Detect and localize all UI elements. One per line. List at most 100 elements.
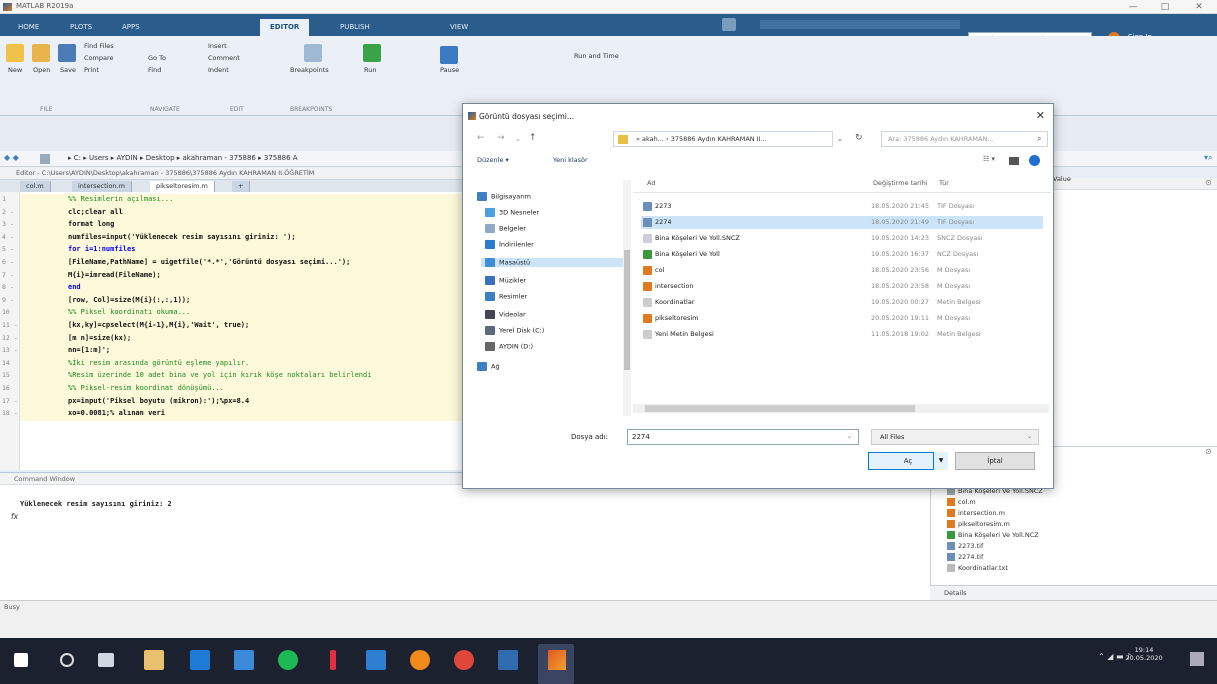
code-line[interactable]: px=input('Piksel boyutu (mikron):');%px=… xyxy=(68,397,249,405)
maximize-button[interactable]: □ xyxy=(1150,0,1180,14)
editor-tab-intersection[interactable]: intersection.m xyxy=(72,181,132,192)
dialog-path-input[interactable]: « akah... › 375886 Aydın KAHRAMAN II... xyxy=(613,131,833,147)
back-arrow-icon[interactable]: ◆ ◆ xyxy=(4,153,19,162)
folder-file-item[interactable]: Bina Köşeleri Ve Yoll.NCZ xyxy=(947,531,1039,539)
address-path[interactable]: ▸ C: ▸ Users ▸ AYDIN ▸ Desktop ▸ akahram… xyxy=(68,154,298,162)
find-files-button[interactable]: Find Files xyxy=(84,42,114,50)
new-folder-button[interactable]: Yeni klasör xyxy=(553,156,588,164)
code-line[interactable]: xo=0.0081;% alınan veri xyxy=(68,409,165,417)
code-line[interactable]: %Resim üzerinde 10 adet bina ve yol için… xyxy=(68,371,371,379)
file-row[interactable]: intersection 18.05.2020 23:58 M Dosyası xyxy=(641,280,1043,293)
file-row[interactable]: 2273 18.05.2020 21:45 TIF Dosyası xyxy=(641,200,1043,213)
folder-file-item[interactable]: col.m xyxy=(947,498,976,506)
horizontal-scroll-thumb[interactable] xyxy=(645,405,915,412)
column-header-date[interactable]: Değiştirme tarihi xyxy=(873,179,928,187)
file-row[interactable]: Yeni Metin Belgesi 11.05.2018 19:02 Metin … xyxy=(641,328,1043,341)
file-row[interactable]: col 18.05.2020 23:56 M Dosyası xyxy=(641,264,1043,277)
tab-apps[interactable]: APPS xyxy=(112,19,150,36)
recent-locations-icon[interactable]: ⌄ xyxy=(515,135,521,143)
filter-dropdown-icon[interactable]: ⌄ xyxy=(1027,433,1032,440)
nav-item[interactable]: AYDIN (D:) xyxy=(485,342,533,351)
organize-button[interactable]: Düzenle ▾ xyxy=(477,156,509,164)
tab-plots[interactable]: PLOTS xyxy=(60,19,102,36)
run-and-time-button[interactable]: Run and Time xyxy=(574,52,619,60)
clock[interactable]: 19:14 20.05.2020 xyxy=(1124,646,1164,662)
code-line[interactable]: for i=1:numfiles xyxy=(68,245,135,253)
nav-pane-scroll-thumb[interactable] xyxy=(624,250,630,370)
code-line[interactable]: clc;clear all xyxy=(68,208,123,216)
quick-access-icon[interactable] xyxy=(722,18,736,31)
editor-tab-pikseltoresim[interactable]: pikseltoresim.m xyxy=(150,181,215,192)
help-icon[interactable] xyxy=(1029,155,1040,166)
dialog-close-button[interactable]: ✕ xyxy=(1036,109,1045,122)
search-icon[interactable] xyxy=(60,653,74,667)
folder-file-item[interactable]: Koordinatlar.txt xyxy=(947,564,1008,572)
quick-access-toolbar[interactable] xyxy=(760,20,960,29)
code-line[interactable]: end xyxy=(68,283,81,291)
store-icon[interactable] xyxy=(144,650,164,670)
details-panel-toggle[interactable]: Details xyxy=(930,585,1217,600)
code-line[interactable]: [FileName,PathName] = uigetfile('*.*','G… xyxy=(68,258,350,266)
pause-icon[interactable] xyxy=(440,46,458,64)
task-view-icon[interactable] xyxy=(98,653,114,667)
folder-file-item[interactable]: intersection.m xyxy=(947,509,1005,517)
address-dropdown-icon[interactable]: ▾⌕ xyxy=(1204,153,1213,163)
file-type-filter[interactable]: All Files xyxy=(871,429,1039,445)
dialog-search-icon[interactable]: ⌕ xyxy=(1037,134,1041,144)
file-name-input[interactable]: 2274 xyxy=(627,429,859,445)
cancel-button[interactable]: İptal xyxy=(955,452,1035,470)
edge-browser-icon[interactable] xyxy=(190,650,210,670)
file-row[interactable]: Bina Köşeleri Ve Yoll 19.05.2020 16:37 NCZ… xyxy=(641,248,1043,261)
open-label[interactable]: Open xyxy=(33,66,50,74)
nav-item[interactable]: Müzikler xyxy=(485,276,526,285)
save-label[interactable]: Save xyxy=(60,66,76,74)
folder-panel-menu-icon[interactable]: ⊙ xyxy=(1205,447,1212,456)
print-button[interactable]: Print xyxy=(84,66,99,74)
nav-item[interactable]: Ağ xyxy=(477,362,500,371)
folder-file-item[interactable]: 2274.tif xyxy=(947,553,983,561)
column-header-type[interactable]: Tür xyxy=(939,179,949,187)
refresh-icon[interactable]: ↻ xyxy=(855,133,863,143)
nav-item[interactable]: Masaüstü xyxy=(481,258,631,267)
find-button[interactable]: Find xyxy=(148,66,161,74)
open-folder-icon[interactable] xyxy=(32,44,50,62)
folder-file-item[interactable]: pikseltoresim.m xyxy=(947,520,1010,528)
minimize-button[interactable]: — xyxy=(1118,0,1148,14)
code-line[interactable]: %% Resimlerin açılması... xyxy=(68,195,173,203)
tab-view[interactable]: VIEW xyxy=(440,19,478,36)
path-dropdown-icon[interactable]: ⌄ xyxy=(837,135,843,143)
skype-icon[interactable] xyxy=(366,650,386,670)
code-line[interactable]: numfiles=input('Yüklenecek resim sayısın… xyxy=(68,233,296,241)
view-options-icon[interactable]: ☷ ▾ xyxy=(983,155,995,163)
chrome-icon[interactable] xyxy=(454,650,474,670)
code-line[interactable]: [kx,ky]=cpselect(M{i-1},M{i},'Wait', tru… xyxy=(68,321,249,329)
folder-up-icon[interactable] xyxy=(40,154,50,164)
go-to-button[interactable]: Go To xyxy=(148,54,166,62)
nav-item[interactable]: Bilgisayarım xyxy=(477,192,531,201)
code-line[interactable]: %% Piksel koordinatı okuma... xyxy=(68,308,190,316)
dialog-search-input[interactable]: Ara: 375886 Aydın KAHRAMAN... xyxy=(881,131,1048,147)
tab-editor[interactable]: EDITOR xyxy=(260,19,310,36)
back-arrow-icon[interactable]: ← xyxy=(477,133,485,143)
windows-start-icon[interactable] xyxy=(14,653,28,667)
tab-publish[interactable]: PUBLISH xyxy=(330,19,380,36)
code-line[interactable]: [m n]=size(kx); xyxy=(68,334,131,342)
file-row[interactable]: Koordinatlar 19.05.2020 00:27 Metin Belges… xyxy=(641,296,1043,309)
run-label[interactable]: Run xyxy=(364,66,376,74)
nav-pane-scrollbar[interactable] xyxy=(623,180,631,416)
nav-item[interactable]: Resimler xyxy=(485,292,527,301)
nav-item[interactable]: Belgeler xyxy=(485,224,526,233)
tab-home[interactable]: HOME xyxy=(8,19,49,36)
nav-item[interactable]: 3D Nesneler xyxy=(485,208,539,217)
code-line[interactable]: %% Piksel-resim koordinat dönüşümü... xyxy=(68,384,224,392)
comment-button[interactable]: Comment xyxy=(208,54,240,62)
word-icon[interactable] xyxy=(498,650,518,670)
nav-item[interactable]: İndirilenler xyxy=(485,240,534,249)
photos-icon[interactable] xyxy=(234,650,254,670)
file-row[interactable]: Bina Köşeleri Ve Yoll.SNCZ 19.05.2020 14:… xyxy=(641,232,1043,245)
close-window-button[interactable]: ✕ xyxy=(1184,0,1214,14)
file-row[interactable]: 2274 18.05.2020 21:49 TIF Dosyası xyxy=(641,216,1043,229)
pause-label[interactable]: Pause xyxy=(440,66,459,74)
breakpoints-label[interactable]: Breakpoints xyxy=(290,66,329,74)
compare-button[interactable]: Compare xyxy=(84,54,114,62)
